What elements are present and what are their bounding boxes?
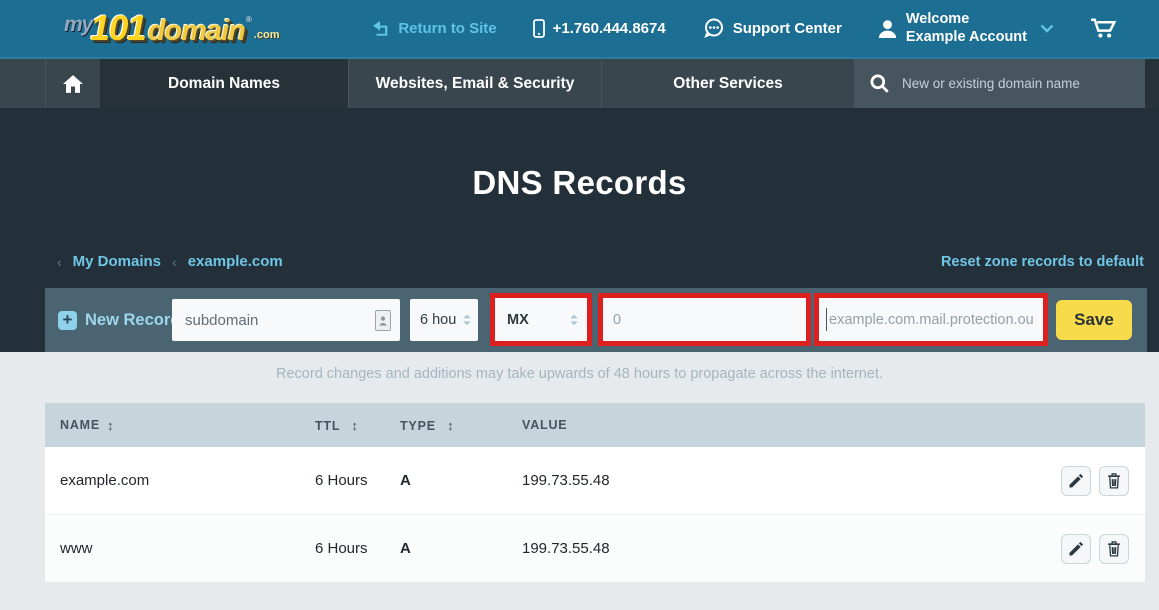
ttl-select[interactable]: 6 hou bbox=[410, 299, 478, 341]
tab-label: Other Services bbox=[673, 75, 782, 93]
delete-record-button[interactable] bbox=[1099, 466, 1129, 496]
hero-section: DNS Records ‹ My Domains ‹ example.com R… bbox=[0, 108, 1159, 352]
priority-input-highlight bbox=[598, 293, 811, 346]
record-name: www bbox=[60, 540, 93, 557]
domain-search-input[interactable] bbox=[900, 75, 1134, 92]
new-record-bar: + New Record 6 hou MX bbox=[45, 288, 1147, 352]
subdomain-input[interactable] bbox=[172, 299, 400, 341]
header-value: VALUE bbox=[522, 418, 567, 432]
tab-websites-email-security[interactable]: Websites, Email & Security bbox=[348, 59, 601, 108]
table-row: www 6 Hours A 199.73.55.48 bbox=[45, 514, 1145, 582]
sort-icon[interactable]: ↕ bbox=[447, 418, 454, 433]
logo-registered-mark: ® bbox=[246, 15, 252, 24]
site-logo[interactable]: my101domain®.com bbox=[64, 9, 279, 49]
select-arrows-icon bbox=[569, 314, 579, 326]
tab-label: Websites, Email & Security bbox=[376, 75, 575, 93]
new-record-label: New Record bbox=[85, 311, 180, 330]
welcome-label: Welcome bbox=[906, 11, 1027, 28]
home-tab[interactable] bbox=[45, 59, 100, 108]
plus-icon: + bbox=[58, 311, 77, 330]
breadcrumb: ‹ My Domains ‹ example.com bbox=[57, 253, 283, 270]
mobile-phone-icon bbox=[533, 19, 545, 38]
sort-icon[interactable]: ↕ bbox=[107, 418, 114, 433]
delete-record-button[interactable] bbox=[1099, 534, 1129, 564]
account-menu[interactable]: Welcome Example Account bbox=[878, 11, 1054, 46]
edit-record-button[interactable] bbox=[1061, 534, 1091, 564]
breadcrumb-row: ‹ My Domains ‹ example.com Reset zone re… bbox=[57, 253, 1144, 270]
breadcrumb-chevron-icon: ‹ bbox=[57, 254, 62, 270]
page-title: DNS Records bbox=[0, 164, 1159, 202]
header-links: Return to Site +1.760.444.8674 Support C… bbox=[372, 11, 1159, 46]
support-center-link[interactable]: Support Center bbox=[702, 18, 842, 39]
phone-link[interactable]: +1.760.444.8674 bbox=[533, 19, 666, 38]
record-type: A bbox=[400, 540, 411, 557]
home-icon bbox=[63, 75, 83, 93]
record-value: 199.73.55.48 bbox=[522, 472, 610, 489]
nav-right-fill bbox=[1145, 59, 1159, 108]
user-icon bbox=[878, 20, 897, 38]
record-value: 199.73.55.48 bbox=[522, 540, 610, 557]
logo-101: 101 bbox=[90, 9, 145, 49]
support-headset-icon bbox=[702, 18, 725, 39]
record-ttl: 6 Hours bbox=[315, 540, 368, 557]
type-select-highlight: MX bbox=[490, 293, 592, 346]
tab-other-services[interactable]: Other Services bbox=[601, 59, 854, 108]
return-to-site-link[interactable]: Return to Site bbox=[372, 20, 496, 37]
cart-button[interactable] bbox=[1090, 18, 1117, 39]
main-nav: Domain Names Websites, Email & Security … bbox=[0, 57, 1159, 108]
logo-domain: domain bbox=[148, 15, 245, 48]
table-header-row: NAME ↕ TTL ↕ TYPE ↕ VALUE bbox=[45, 403, 1145, 447]
value-input-highlight bbox=[814, 293, 1048, 346]
return-to-site-label: Return to Site bbox=[398, 20, 496, 37]
text-caret bbox=[826, 308, 827, 331]
record-type: A bbox=[400, 472, 411, 489]
support-center-label: Support Center bbox=[733, 20, 842, 37]
header-type: TYPE bbox=[400, 419, 436, 433]
propagation-notice: Record changes and additions may take up… bbox=[0, 366, 1159, 382]
table-row: example.com 6 Hours A 199.73.55.48 bbox=[45, 447, 1145, 514]
ttl-selected-value: 6 hou bbox=[420, 312, 456, 328]
breadcrumb-chevron-icon: ‹ bbox=[172, 254, 177, 270]
breadcrumb-example-com[interactable]: example.com bbox=[188, 253, 283, 270]
logo-my: my bbox=[64, 13, 92, 37]
new-record-button[interactable]: + New Record bbox=[58, 288, 180, 352]
reset-zone-records-link[interactable]: Reset zone records to default bbox=[941, 254, 1144, 270]
dns-records-table: NAME ↕ TTL ↕ TYPE ↕ VALUE example.com bbox=[45, 403, 1145, 582]
record-value-input[interactable] bbox=[819, 298, 1043, 341]
tab-label: Domain Names bbox=[168, 75, 280, 93]
dns-records-page: my101domain®.com Return to Site +1.760.4… bbox=[0, 0, 1159, 610]
account-name: Example Account bbox=[906, 29, 1027, 46]
top-header-bar: my101domain®.com Return to Site +1.760.4… bbox=[0, 0, 1159, 57]
record-ttl: 6 Hours bbox=[315, 472, 368, 489]
autofill-contact-icon[interactable] bbox=[375, 310, 391, 331]
sort-icon[interactable]: ↕ bbox=[351, 418, 358, 433]
header-ttl: TTL bbox=[315, 419, 340, 433]
header-name: NAME bbox=[60, 418, 100, 432]
record-name: example.com bbox=[60, 472, 149, 489]
edit-record-button[interactable] bbox=[1061, 466, 1091, 496]
phone-number: +1.760.444.8674 bbox=[553, 20, 666, 37]
subdomain-field-wrap bbox=[172, 299, 400, 341]
breadcrumb-my-domains[interactable]: My Domains bbox=[73, 253, 161, 270]
select-arrows-icon bbox=[462, 314, 472, 326]
save-button[interactable]: Save bbox=[1056, 300, 1132, 340]
records-section: Record changes and additions may take up… bbox=[0, 352, 1159, 610]
priority-input[interactable] bbox=[603, 298, 806, 341]
logo-com: .com bbox=[254, 29, 280, 41]
record-type-select[interactable]: MX bbox=[495, 298, 587, 341]
return-arrow-icon bbox=[372, 21, 390, 36]
chevron-down-icon bbox=[1040, 24, 1054, 33]
search-icon bbox=[870, 74, 889, 93]
record-type-selected-value: MX bbox=[507, 312, 529, 328]
domain-search-box bbox=[854, 59, 1145, 108]
nav-left-spacer bbox=[0, 59, 45, 108]
tab-domain-names[interactable]: Domain Names bbox=[100, 59, 348, 108]
